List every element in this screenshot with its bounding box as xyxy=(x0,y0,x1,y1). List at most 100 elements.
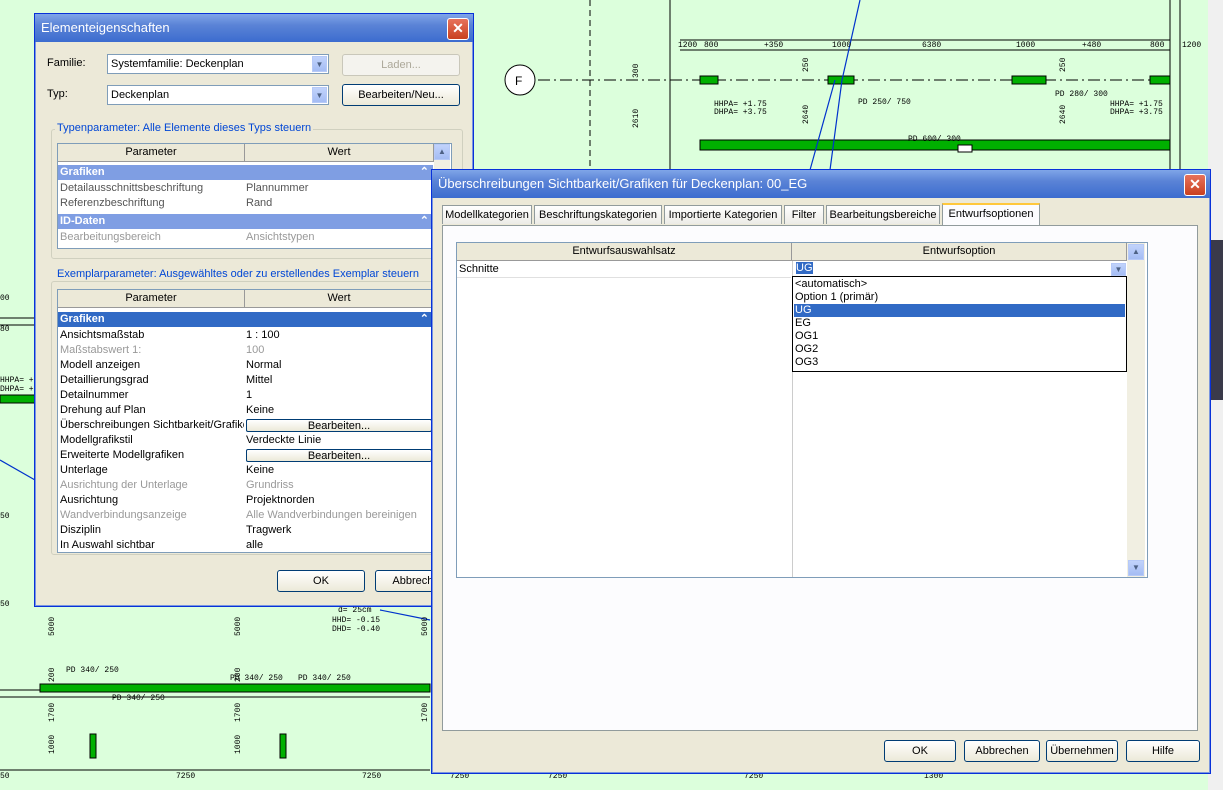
category-label: Grafiken xyxy=(60,166,105,178)
param-row[interactable]: Modellgrafikstil Verdeckte Linie xyxy=(58,433,433,448)
collapse-icon[interactable]: ⌃ xyxy=(420,214,429,229)
param-value[interactable]: Normal xyxy=(246,358,436,373)
tab-bearbeitungsbereiche[interactable]: Bearbeitungsbereiche xyxy=(826,205,940,224)
collapse-icon[interactable]: ⌃ xyxy=(420,165,429,180)
instance-params-title: Exemplarparameter: Ausgewähltes oder zu … xyxy=(55,268,421,280)
col-wert-header[interactable]: Wert xyxy=(245,290,434,308)
param-value[interactable]: Keine xyxy=(246,403,436,418)
col-parameter-header[interactable]: Parameter xyxy=(58,144,245,162)
param-value[interactable]: 1 xyxy=(246,388,436,403)
param-value[interactable]: Projektnorden xyxy=(246,493,436,508)
entwurfsoption-combobox[interactable]: UG ▼ xyxy=(793,262,1127,277)
dialog-titlebar[interactable]: Überschreibungen Sichtbarkeit/Grafiken f… xyxy=(432,170,1210,198)
param-value[interactable]: Keine xyxy=(246,463,436,478)
tab-modellkategorien[interactable]: Modellkategorien xyxy=(442,205,532,224)
bearbeiten-neu-button[interactable]: Bearbeiten/Neu... xyxy=(342,84,460,106)
param-name: Unterlage xyxy=(60,464,108,476)
entwurfsoption-dropdown: <automatisch> Option 1 (primär) UG EG OG… xyxy=(792,276,1127,372)
chevron-down-icon[interactable]: ▼ xyxy=(1111,263,1126,276)
dhp-label: DHPA= +3.75 xyxy=(1110,108,1163,117)
typ-combobox[interactable]: Deckenplan ▼ xyxy=(107,85,329,105)
param-row[interactable]: Maßstabswert 1: 100 xyxy=(58,343,433,358)
param-value[interactable]: Mittel xyxy=(246,373,436,388)
dialog-title: Überschreibungen Sichtbarkeit/Grafiken f… xyxy=(438,176,808,191)
dim-label: +350 xyxy=(764,41,783,50)
param-name: Bearbeitungsbereich xyxy=(60,231,161,243)
familie-value: Systemfamilie: Deckenplan xyxy=(111,58,244,70)
param-row[interactable]: Unterlage Keine xyxy=(58,463,433,478)
scroll-up-icon[interactable]: ▲ xyxy=(434,144,450,160)
uebernehmen-button[interactable]: Übernehmen xyxy=(1046,740,1118,762)
vg-bearbeiten-button[interactable]: Bearbeiten... xyxy=(246,419,432,432)
scroll-down-icon[interactable]: ▼ xyxy=(1128,560,1144,576)
laden-button[interactable]: Laden... xyxy=(342,54,460,76)
category-grafiken[interactable]: Grafiken ⌃ xyxy=(58,165,433,180)
close-icon[interactable]: ✕ xyxy=(447,18,469,40)
typ-label: Typ: xyxy=(47,88,68,100)
dropdown-option[interactable]: EG xyxy=(794,317,1125,330)
familie-combobox[interactable]: Systemfamilie: Deckenplan ▼ xyxy=(107,54,329,74)
category-id-daten[interactable]: ID-Daten ⌃ xyxy=(58,214,433,229)
dim-label: 1200 xyxy=(678,41,697,50)
dhd-label: DHD= -0.40 xyxy=(332,625,380,634)
table-row[interactable]: Schnitte xyxy=(457,262,791,278)
scroll-up-icon[interactable]: ▲ xyxy=(1128,244,1144,260)
hilfe-button[interactable]: Hilfe xyxy=(1126,740,1200,762)
ok-button[interactable]: OK xyxy=(884,740,956,762)
param-row[interactable]: Drehung auf Plan Keine xyxy=(58,403,433,418)
vert-dim: 250 xyxy=(802,57,811,72)
param-row[interactable]: Modell anzeigen Normal xyxy=(58,358,433,373)
col-parameter-header[interactable]: Parameter xyxy=(58,290,245,308)
param-row[interactable]: Bearbeitungsbereich Ansichtstypen xyxy=(58,230,433,245)
col-option-header[interactable]: Entwurfsoption xyxy=(792,243,1127,261)
vert-dim: 1000 xyxy=(48,735,57,754)
param-name: Disziplin xyxy=(60,524,101,536)
param-value[interactable]: 1 : 100 xyxy=(246,328,436,343)
tab-filter[interactable]: Filter xyxy=(784,205,824,224)
dialog-titlebar[interactable]: Elementeigenschaften xyxy=(35,14,473,42)
param-row[interactable]: Wandverbindungsanzeige Alle Wandverbindun… xyxy=(58,508,433,523)
erweitert-bearbeiten-button[interactable]: Bearbeiten... xyxy=(246,449,432,462)
dropdown-option[interactable]: Option 1 (primär) xyxy=(794,291,1125,304)
satz-name: Schnitte xyxy=(459,263,499,275)
instance-params-grid: Parameter Wert Grafiken ⌃ Ansichtsmaßstab… xyxy=(57,289,452,553)
tab-entwurfsoptionen[interactable]: Entwurfsoptionen xyxy=(942,203,1040,226)
param-row[interactable]: Ausrichtung der Unterlage Grundriss xyxy=(58,478,433,493)
chevron-down-icon[interactable]: ▼ xyxy=(312,87,327,103)
param-value[interactable]: Verdeckte Linie xyxy=(246,433,436,448)
vert-dim: 250 xyxy=(1059,57,1068,72)
param-row[interactable]: Referenzbeschriftung Rand xyxy=(58,196,433,211)
collapse-icon[interactable]: ⌃ xyxy=(420,312,429,327)
param-value[interactable]: alle xyxy=(246,538,436,552)
dropdown-option[interactable]: OG1 xyxy=(794,330,1125,343)
param-name: Ausrichtung der Unterlage xyxy=(60,479,188,491)
param-row[interactable]: Detailnummer 1 xyxy=(58,388,433,403)
d-label: d= 25cm xyxy=(338,606,372,615)
dropdown-option[interactable]: UG xyxy=(794,304,1125,317)
abbrechen-button[interactable]: Abbrechen xyxy=(964,740,1040,762)
param-value[interactable]: Tragwerk xyxy=(246,523,436,538)
ok-button[interactable]: OK xyxy=(277,570,365,592)
dropdown-option[interactable]: <automatisch> xyxy=(794,278,1125,291)
visibility-graphics-dialog: Überschreibungen Sichtbarkeit/Grafiken f… xyxy=(431,169,1211,774)
param-name: Ansichtsmaßstab xyxy=(60,329,145,341)
col-wert-header[interactable]: Wert xyxy=(245,144,434,162)
category-grafiken[interactable]: Grafiken ⌃ xyxy=(58,312,433,327)
dropdown-option[interactable]: OG2 xyxy=(794,343,1125,356)
param-row[interactable]: Disziplin Tragwerk xyxy=(58,523,433,538)
param-row[interactable]: Detaillierungsgrad Mittel xyxy=(58,373,433,388)
col-satz-header[interactable]: Entwurfsauswahlsatz xyxy=(457,243,792,261)
param-row[interactable]: Ansichtsmaßstab 1 : 100 xyxy=(58,328,433,343)
param-row[interactable]: Detailausschnittsbeschriftung Plannummer xyxy=(58,181,433,196)
param-row[interactable]: Ausrichtung Projektnorden xyxy=(58,493,433,508)
left-dim: 00 xyxy=(0,294,10,303)
scrollbar[interactable] xyxy=(1127,243,1145,577)
left-dim: 80 xyxy=(0,325,10,334)
tab-importierte-kategorien[interactable]: Importierte Kategorien xyxy=(664,205,782,224)
close-icon[interactable]: ✕ xyxy=(1184,174,1206,196)
param-name: Detailnummer xyxy=(60,389,129,401)
dropdown-option[interactable]: OG3 xyxy=(794,356,1125,369)
param-row[interactable]: In Auswahl sichtbar alle xyxy=(58,538,436,552)
chevron-down-icon[interactable]: ▼ xyxy=(312,56,327,72)
tab-beschriftungskategorien[interactable]: Beschriftungskategorien xyxy=(534,205,662,224)
